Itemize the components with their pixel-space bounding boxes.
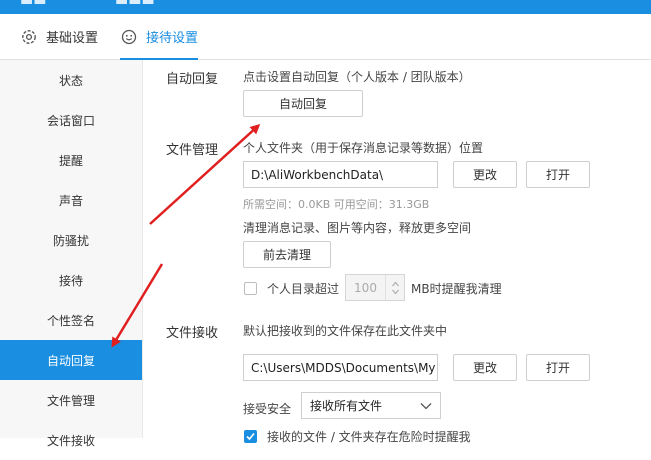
change-personal-folder-button[interactable]: 更改 xyxy=(453,161,517,188)
threshold-size-value: 100 xyxy=(354,280,377,295)
danger-reminder-label: 接收的文件 / 文件夹存在危险时提醒我 xyxy=(267,430,471,444)
sidebar-item-label: 防骚扰 xyxy=(52,233,89,248)
sidebar-item-label: 文件接收 xyxy=(46,433,95,448)
open-receive-folder-button[interactable]: 打开 xyxy=(526,354,590,381)
auto-reply-section-label: 自动回复 xyxy=(166,72,219,87)
sidebar-item-label: 接待 xyxy=(58,273,83,288)
sidebar-item-reminder[interactable]: 提醒 xyxy=(0,140,142,180)
title-bar-partial-text: ▬▬ xyxy=(20,0,47,9)
sidebar-item-file-management[interactable]: 文件管理 xyxy=(0,380,142,420)
danger-reminder-checkbox[interactable] xyxy=(244,430,257,443)
tab-label: 接待设置 xyxy=(146,31,199,46)
file-receive-section-label: 文件接收 xyxy=(166,326,219,341)
sidebar-item-label: 自动回复 xyxy=(46,353,95,368)
tab-label: 基础设置 xyxy=(46,31,99,46)
gear-icon xyxy=(20,28,38,46)
chevron-down-icon xyxy=(420,399,432,413)
clean-hint: 清理消息记录、图片等内容，释放更多空间 xyxy=(243,221,472,235)
open-personal-folder-button[interactable]: 打开 xyxy=(526,161,590,188)
file-management-section-label: 文件管理 xyxy=(166,143,219,158)
file-receive-hint: 默认把接收到的文件保存在此文件夹中 xyxy=(243,324,448,338)
sidebar-item-status[interactable]: 状态 xyxy=(0,60,142,100)
sidebar: 状态 会话窗口 提醒 声音 防骚扰 接待 个性签名 自动回复 文件管理 文件接收 xyxy=(0,60,143,448)
personal-folder-path-input[interactable]: D:\AliWorkbenchData\ xyxy=(243,161,438,188)
sidebar-item-signature[interactable]: 个性签名 xyxy=(0,300,142,340)
sidebar-item-chat-window[interactable]: 会话窗口 xyxy=(0,100,142,140)
receive-security-label: 接受安全 xyxy=(243,402,292,416)
sidebar-item-label: 会话窗口 xyxy=(46,113,95,128)
threshold-size-stepper[interactable]: 100 xyxy=(345,274,405,301)
change-receive-folder-button[interactable]: 更改 xyxy=(453,354,517,381)
personal-folder-hint: 个人文件夹（用于保存消息记录等数据）位置 xyxy=(243,141,484,155)
settings-tabs: 基础设置 接待设置 xyxy=(0,14,651,60)
go-clean-button[interactable]: 前去清理 xyxy=(243,241,331,268)
sidebar-item-sound[interactable]: 声音 xyxy=(0,180,142,220)
receive-security-value: 接收所有文件 xyxy=(310,399,383,413)
receive-folder-path-input[interactable]: C:\Users\MDDS\Documents\My xyxy=(243,354,438,381)
title-bar-partial-text: ▬▬▬ xyxy=(115,0,155,9)
threshold-prefix-label: 个人目录超过 xyxy=(267,282,340,296)
receive-security-select[interactable]: 接收所有文件 xyxy=(301,392,441,419)
sidebar-item-label: 提醒 xyxy=(58,153,83,168)
title-bar: ▬▬ ▬▬▬ xyxy=(0,0,651,14)
settings-content: 自动回复 点击设置自动回复（个人版本 / 团队版本） 自动回复 文件管理 个人文… xyxy=(143,60,651,444)
sidebar-item-anti-harassment[interactable]: 防骚扰 xyxy=(0,220,142,260)
sidebar-item-auto-reply[interactable]: 自动回复 xyxy=(0,340,142,380)
sidebar-item-label: 个性签名 xyxy=(46,313,95,328)
sidebar-item-label: 文件管理 xyxy=(46,393,95,408)
tab-reception-settings[interactable]: 接待设置 xyxy=(120,14,199,60)
threshold-reminder-checkbox[interactable] xyxy=(244,282,257,295)
threshold-suffix-label: MB时提醒我清理 xyxy=(411,282,502,296)
sidebar-item-file-receive[interactable]: 文件接收 xyxy=(0,420,142,460)
tab-basic-settings[interactable]: 基础设置 xyxy=(20,14,98,59)
space-info: 所需空间：0.0KB 可用空间：31.3GB xyxy=(243,198,430,211)
sidebar-item-label: 声音 xyxy=(58,193,83,208)
sidebar-item-label: 状态 xyxy=(58,73,83,88)
auto-reply-hint: 点击设置自动回复（个人版本 / 团队版本） xyxy=(243,70,471,84)
sidebar-item-reception[interactable]: 接待 xyxy=(0,260,142,300)
checkmark-icon xyxy=(246,432,255,441)
auto-reply-button[interactable]: 自动回复 xyxy=(243,90,363,117)
smiley-icon xyxy=(120,28,138,46)
stepper-arrows-icon[interactable] xyxy=(385,275,404,300)
